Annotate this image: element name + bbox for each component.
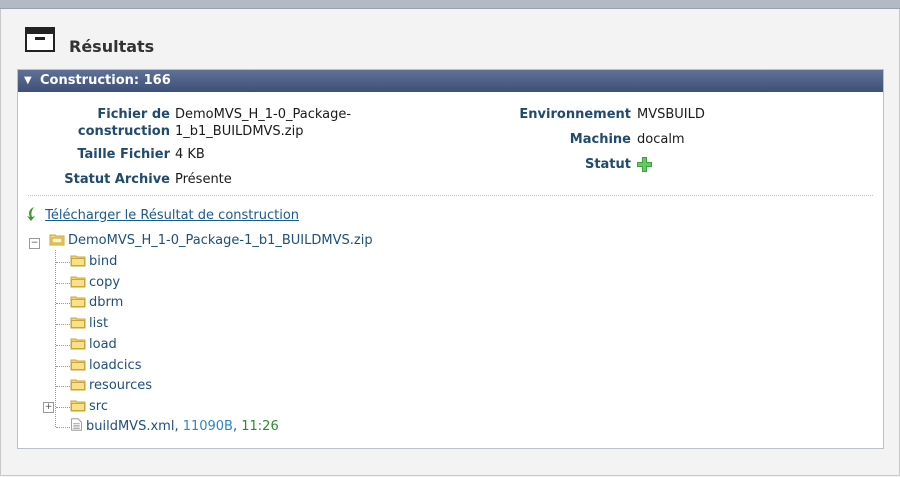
tree-folder-resources[interactable]: resources	[70, 376, 152, 396]
download-link[interactable]: Télécharger le Résultat de construction	[45, 208, 299, 223]
tree-file[interactable]: buildMVS.xml, 11090B, 11:26	[70, 417, 279, 437]
folder-icon	[70, 255, 86, 267]
file-time: 11:26	[241, 419, 279, 434]
file-name: buildMVS.xml	[86, 419, 175, 434]
panel-title: Construction: 166	[40, 73, 171, 88]
archive-box-icon	[25, 27, 55, 52]
download-link-row[interactable]: Télécharger le Résultat de construction	[25, 206, 299, 224]
environment-label: Environnement	[519, 107, 631, 122]
page-title: Résultats	[69, 37, 155, 56]
archive-label: Statut Archive	[64, 172, 170, 187]
divider	[28, 195, 873, 196]
folder-name: load	[89, 336, 117, 352]
download-arrow-icon	[27, 207, 35, 221]
collapse-toggle[interactable]: −	[29, 238, 40, 249]
tree-root[interactable]: DemoMVS_H_1-0_Package-1_b1_BUILDMVS.zip	[49, 231, 373, 251]
folder-name: dbrm	[89, 295, 124, 311]
archive-value: Présente	[175, 172, 232, 187]
top-bar	[0, 0, 900, 9]
file-value: DemoMVS_H_1-0_Package- 1_b1_BUILDMVS.zip	[175, 107, 352, 139]
xml-file-icon	[71, 418, 82, 431]
folder-name: resources	[89, 378, 153, 394]
machine-value: docalm	[637, 132, 685, 147]
size-value: 4 KB	[175, 147, 205, 162]
tree-folder-list[interactable]: list	[70, 314, 108, 334]
machine-label: Machine	[569, 132, 631, 147]
folder-icon	[70, 338, 86, 350]
folder-icon	[70, 400, 86, 412]
folder-name: loadcics	[89, 357, 142, 373]
tree-folder-loadcics[interactable]: loadcics	[70, 356, 141, 376]
chevron-down-icon[interactable]: ▼	[24, 70, 32, 92]
environment-value: MVSBUILD	[637, 107, 705, 122]
tree-folder-load[interactable]: load	[70, 335, 117, 355]
panel-header[interactable]: ▼ Construction: 166	[18, 70, 883, 92]
folder-name: copy	[89, 274, 121, 290]
folder-name: bind	[89, 254, 118, 269]
tree-folder-copy[interactable]: copy	[70, 273, 120, 293]
folder-icon	[70, 359, 86, 370]
folder-icon	[70, 296, 86, 308]
expand-toggle[interactable]: +	[43, 401, 54, 413]
tree-folder-dbrm[interactable]: dbrm	[70, 293, 123, 313]
green-plus-icon	[637, 157, 652, 172]
size-label: Taille Fichier	[77, 147, 170, 162]
folder-icon	[70, 379, 86, 391]
tree-folder-src[interactable]: src	[70, 397, 108, 417]
file-label: Fichier de construction	[77, 107, 170, 139]
folder-name: list	[89, 316, 109, 332]
construction-panel: ▼ Construction: 166 Fichier de construct…	[17, 69, 884, 449]
folder-icon	[70, 276, 86, 288]
folder-icon	[70, 317, 86, 329]
archive-folder-icon	[49, 234, 65, 246]
file-size: 11090B	[182, 419, 233, 434]
tree-folder-bind[interactable]: bind	[70, 252, 117, 272]
tree-connector	[55, 250, 56, 427]
folder-name: src	[89, 398, 108, 414]
status-label: Statut	[584, 157, 631, 172]
